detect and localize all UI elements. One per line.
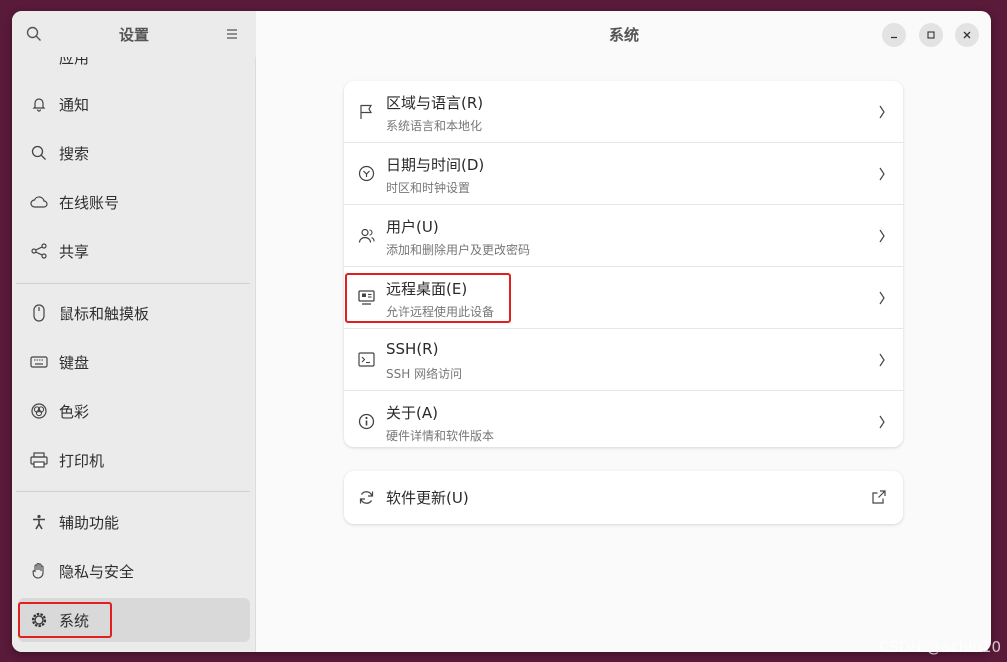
row-title: SSH(R) xyxy=(386,340,439,358)
close-button[interactable] xyxy=(955,23,979,47)
sidebar-item-label: 色彩 xyxy=(59,402,90,421)
row-title: 用户(U) xyxy=(386,218,439,236)
sidebar-item-label: 通知 xyxy=(59,95,90,114)
row-title: 区域与语言(R) xyxy=(386,94,484,112)
maximize-icon xyxy=(927,31,935,39)
row-subtitle: 添加和删除用户及更改密码 xyxy=(386,243,531,257)
sidebar-item-label: 键盘 xyxy=(59,353,90,372)
system-settings-card: 区域与语言(R) 系统语言和本地化 日期与时间(D) 时区和时钟设置 用户(U)… xyxy=(344,81,903,447)
minimize-button[interactable] xyxy=(882,23,906,47)
chevron-right-icon xyxy=(879,291,885,305)
sidebar-item-label: 打印机 xyxy=(59,451,105,470)
users-icon xyxy=(358,228,375,243)
sidebar-item-printers[interactable]: 打印机 xyxy=(18,438,250,482)
sidebar-divider xyxy=(16,491,250,492)
row-ssh[interactable]: SSH(R) SSH 网络访问 xyxy=(344,329,903,391)
page-title: 系统 xyxy=(608,26,639,44)
hamburger-menu-icon[interactable] xyxy=(226,28,238,40)
accessibility-icon xyxy=(30,513,48,531)
chevron-right-icon xyxy=(879,415,885,429)
info-icon xyxy=(358,413,375,430)
sidebar-item-label: 鼠标和触摸板 xyxy=(59,304,150,323)
sidebar-item-keyboard[interactable]: 键盘 xyxy=(18,340,250,384)
clock-icon xyxy=(358,165,375,182)
chevron-right-icon xyxy=(879,105,885,119)
sidebar-title: 设置 xyxy=(118,26,149,44)
sidebar-item-label: 共享 xyxy=(59,242,90,261)
row-title: 关于(A) xyxy=(386,404,438,422)
hand-icon xyxy=(30,562,48,580)
row-software-update[interactable]: 软件更新(U) xyxy=(344,471,903,524)
printer-icon xyxy=(30,451,48,469)
row-date-time[interactable]: 日期与时间(D) 时区和时钟设置 xyxy=(344,143,903,205)
maximize-button[interactable] xyxy=(919,23,943,47)
software-update-card: 软件更新(U) xyxy=(344,471,903,524)
sidebar-item-accessibility[interactable]: 辅助功能 xyxy=(18,500,250,544)
mouse-icon xyxy=(30,304,48,322)
share-icon xyxy=(30,242,48,260)
chevron-right-icon xyxy=(879,353,885,367)
row-region-language[interactable]: 区域与语言(R) 系统语言和本地化 xyxy=(344,81,903,143)
flag-icon xyxy=(360,104,373,119)
sidebar-item-label: 隐私与安全 xyxy=(59,562,135,581)
color-icon xyxy=(30,402,48,420)
row-users[interactable]: 用户(U) 添加和删除用户及更改密码 xyxy=(344,205,903,267)
sidebar: 设置 应用 设置 xyxy=(12,11,256,652)
sidebar-item-label: 在线账号 xyxy=(59,193,120,212)
sidebar-item-sharing[interactable]: 共享 xyxy=(18,229,250,273)
bell-icon xyxy=(30,95,48,113)
sidebar-item-privacy-security[interactable]: 隐私与安全 xyxy=(18,549,250,593)
minimize-icon xyxy=(891,36,897,39)
cloud-icon xyxy=(30,193,48,211)
sidebar-item-mouse-touchpad[interactable]: 鼠标和触摸板 xyxy=(18,291,250,335)
sidebar-divider xyxy=(16,283,250,284)
settings-window: 设置 应用 设置 xyxy=(12,11,991,652)
terminal-icon xyxy=(358,352,375,367)
refresh-icon xyxy=(359,491,374,504)
search-icon xyxy=(30,144,48,162)
row-subtitle: 系统语言和本地化 xyxy=(386,119,483,133)
row-subtitle: 硬件详情和软件版本 xyxy=(386,429,495,443)
close-icon xyxy=(963,31,971,39)
row-title: 日期与时间(D) xyxy=(386,156,485,174)
sidebar-item-online-accounts[interactable]: 在线账号 xyxy=(18,180,250,224)
sidebar-item-notifications[interactable]: 通知 xyxy=(18,82,250,126)
chevron-right-icon xyxy=(879,229,885,243)
highlight-box-remote-desktop xyxy=(345,273,511,323)
external-link-icon xyxy=(872,490,886,504)
row-title: 软件更新(U) xyxy=(386,489,469,507)
row-subtitle: 时区和时钟设置 xyxy=(386,181,471,195)
keyboard-icon xyxy=(30,353,48,371)
sidebar-item-label: 搜索 xyxy=(59,144,90,163)
main-panel: 系统 区域与语言(R) 系统语言和本地化 日期与时间(D) 时区和时钟设置 用户… xyxy=(257,11,991,652)
row-about[interactable]: 关于(A) 硬件详情和软件版本 xyxy=(344,391,903,447)
sidebar-item-search[interactable]: 搜索 xyxy=(18,131,250,175)
watermark: CSDN @achi010 xyxy=(878,638,1001,656)
highlight-box-system xyxy=(18,602,112,638)
row-subtitle: SSH 网络访问 xyxy=(386,367,463,381)
chevron-right-icon xyxy=(879,167,885,181)
sidebar-item-label: 辅助功能 xyxy=(59,513,120,532)
sidebar-item-color[interactable]: 色彩 xyxy=(18,389,250,433)
